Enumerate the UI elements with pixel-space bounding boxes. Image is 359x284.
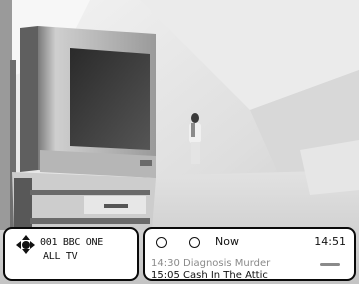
programme-info-banner: Now 14:51 14:30 Diagnosis Murder 15:05 C… xyxy=(143,227,356,281)
circle-button-icon[interactable] xyxy=(189,237,200,248)
circle-button-icon[interactable] xyxy=(156,237,167,248)
current-programme: 14:30 Diagnosis Murder xyxy=(151,258,271,269)
dpad-navigation-icon xyxy=(16,235,36,255)
programme-progress-indicator xyxy=(320,263,340,266)
channel-name: 001 BBC ONE xyxy=(40,237,103,248)
channel-banner: 001 BBC ONE ALL TV xyxy=(3,227,139,281)
tv-screen: 001 BBC ONE ALL TV Now 14:51 14:30 Diagn… xyxy=(0,0,359,284)
channel-group: ALL TV xyxy=(43,251,78,262)
now-label: Now xyxy=(215,235,239,248)
next-programme: 15:05 Cash In The Attic xyxy=(151,270,268,281)
clock-time: 14:51 xyxy=(314,235,346,248)
